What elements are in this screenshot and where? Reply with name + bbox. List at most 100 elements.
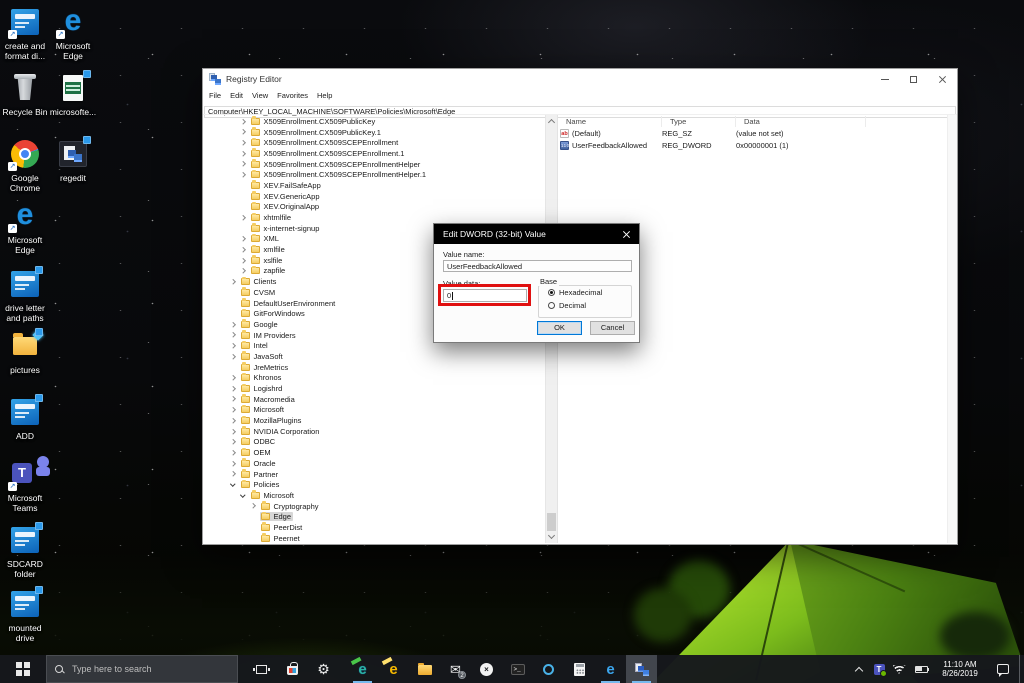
chevron-right-icon[interactable]	[240, 247, 246, 253]
chevron-right-icon[interactable]	[240, 150, 246, 156]
menu-item-edit[interactable]: Edit	[230, 91, 243, 100]
scroll-up-icon[interactable]	[547, 118, 556, 127]
column-header-name[interactable]: Name	[558, 116, 662, 127]
close-button[interactable]	[928, 69, 957, 89]
chevron-right-icon[interactable]	[230, 439, 236, 445]
tree-item-jremetrics[interactable]: JreMetrics	[203, 362, 545, 373]
tree-item-oracle[interactable]: Oracle	[203, 458, 545, 469]
tree-item-microsoft[interactable]: Microsoft	[203, 490, 545, 501]
column-header-data[interactable]: Data	[736, 116, 866, 127]
column-header-type[interactable]: Type	[662, 116, 736, 127]
tree-item-oem[interactable]: OEM	[203, 447, 545, 458]
teams-tray-icon[interactable]: T	[869, 655, 889, 683]
value-name-field[interactable]	[443, 260, 632, 272]
dialog-close-button[interactable]	[613, 224, 639, 244]
tree-item-odbc[interactable]: ODBC	[203, 436, 545, 448]
taskbar-app-edge[interactable]: e	[595, 655, 626, 683]
tree-item-peerdist[interactable]: PeerDist	[203, 522, 545, 533]
taskbar-app-cortana[interactable]	[533, 655, 564, 683]
tree-item-mozillaplugins[interactable]: MozillaPlugins	[203, 415, 545, 426]
settings-button[interactable]: ⚙	[308, 655, 339, 683]
scroll-down-icon[interactable]	[547, 531, 556, 540]
tree-item-khronos[interactable]: Khronos	[203, 372, 545, 384]
radio-button-icon[interactable]	[548, 289, 555, 296]
tree-item-cryptography[interactable]: Cryptography	[203, 501, 545, 512]
desktop-icon-chrome[interactable]: ↗ Google Chrome	[0, 138, 50, 193]
battery-tray-icon[interactable]	[909, 655, 933, 683]
chevron-right-icon[interactable]	[240, 118, 246, 124]
chevron-right-icon[interactable]	[230, 375, 236, 381]
desktop-icon-folder-pictures[interactable]: pictures	[0, 328, 50, 375]
chevron-right-icon[interactable]	[230, 418, 236, 424]
chevron-right-icon[interactable]	[240, 172, 246, 178]
tree-item-x509enrollment-cx509publickey[interactable]: X509Enrollment.CX509PublicKey	[203, 116, 545, 127]
taskbar-app-mail[interactable]: ✉ 2	[440, 655, 471, 683]
value-row-userfeedbackallowed[interactable]: 110 UserFeedbackAllowed REG_DWORD 0x0000000…	[558, 140, 957, 152]
chevron-right-icon[interactable]	[230, 332, 236, 338]
tree-item-x509enrollment-cx509publickey-1[interactable]: X509Enrollment.CX509PublicKey.1	[203, 127, 545, 138]
store-button[interactable]	[277, 655, 308, 683]
show-desktop-button[interactable]	[1019, 655, 1024, 683]
hidden-icons-button[interactable]	[849, 655, 869, 683]
menu-item-file[interactable]: File	[209, 91, 221, 100]
chevron-right-icon[interactable]	[230, 396, 236, 402]
taskbar-search[interactable]	[46, 655, 238, 683]
tree-item-xev-genericapp[interactable]: XEV.GenericApp	[203, 191, 545, 202]
desktop-icon-win-app[interactable]: ADD	[0, 394, 50, 441]
list-scrollbar[interactable]	[947, 115, 957, 543]
chevron-right-icon[interactable]	[230, 460, 236, 466]
dialog-titlebar[interactable]: Edit DWORD (32-bit) Value	[434, 224, 639, 244]
menu-item-view[interactable]: View	[252, 91, 268, 100]
chevron-right-icon[interactable]	[250, 503, 256, 509]
chevron-down-icon[interactable]	[230, 481, 236, 487]
tree-item-xev-originalapp[interactable]: XEV.OriginalApp	[203, 201, 545, 213]
chevron-right-icon[interactable]	[240, 268, 246, 274]
tree-item-xhtmlfile[interactable]: xhtmlfile	[203, 212, 545, 223]
chevron-right-icon[interactable]	[240, 161, 246, 167]
cancel-button[interactable]: Cancel	[590, 321, 635, 335]
chevron-right-icon[interactable]	[230, 471, 236, 477]
radio-button-icon[interactable]	[548, 302, 555, 309]
chevron-right-icon[interactable]	[240, 140, 246, 146]
action-center-button[interactable]	[987, 655, 1019, 683]
wifi-tray-icon[interactable]	[889, 655, 909, 683]
tree-item-nvidia-corporation[interactable]: NVIDIA Corporation	[203, 426, 545, 437]
tree-item-macromedia[interactable]: Macromedia	[203, 394, 545, 405]
radio-hexadecimal[interactable]: Hexadecimal	[548, 288, 602, 297]
desktop-icon-edge[interactable]: e ↗ Microsoft Edge	[48, 6, 98, 62]
window-titlebar[interactable]: Registry Editor	[203, 69, 957, 89]
task-view-button[interactable]	[246, 655, 277, 683]
ok-button[interactable]: OK	[537, 321, 582, 335]
desktop-icon-recycle-bin[interactable]: Recycle Bin	[0, 72, 50, 117]
minimize-button[interactable]	[870, 69, 899, 89]
chevron-right-icon[interactable]	[240, 236, 246, 242]
tree-item-edge[interactable]: Edge	[203, 511, 545, 522]
desktop-icon-teams[interactable]: T ↗ Microsoft Teams	[0, 456, 50, 513]
taskbar-app-edge-dev[interactable]: e	[347, 655, 378, 683]
tree-item-xev-failsafeapp[interactable]: XEV.FailSafeApp	[203, 180, 545, 191]
tree-item-javasoft[interactable]: JavaSoft	[203, 351, 545, 362]
chevron-right-icon[interactable]	[240, 129, 246, 135]
start-button[interactable]	[0, 655, 46, 683]
desktop-icon-win-app[interactable]: SDCARD folder	[0, 522, 50, 579]
taskbar-app-registry-editor[interactable]	[626, 655, 657, 683]
chevron-right-icon[interactable]	[230, 321, 236, 327]
tree-item-peernet[interactable]: Peernet	[203, 533, 545, 543]
tree-item-x509enrollment-cx509scepenrollmenthelper-1[interactable]: X509Enrollment.CX509SCEPEnrollmentHelper…	[203, 169, 545, 180]
chevron-right-icon[interactable]	[230, 353, 236, 359]
taskbar-clock[interactable]: 11:10 AM 8/26/2019	[933, 655, 987, 683]
menu-item-favorites[interactable]: Favorites	[277, 91, 308, 100]
radio-decimal[interactable]: Decimal	[548, 301, 586, 310]
tree-item-policies[interactable]: Policies	[203, 479, 545, 490]
desktop-icon-win-app[interactable]: drive letter and paths	[0, 266, 50, 323]
value-row--default-[interactable]: ab (Default) REG_SZ (value not set)	[558, 128, 957, 140]
search-input[interactable]	[72, 664, 222, 674]
taskbar-app-edge-canary[interactable]: e	[378, 655, 409, 683]
tree-item-logishrd[interactable]: Logishrd	[203, 383, 545, 394]
scrollbar-thumb[interactable]	[547, 513, 556, 531]
menu-item-help[interactable]: Help	[317, 91, 332, 100]
tree-item-microsoft[interactable]: Microsoft	[203, 404, 545, 416]
taskbar-app-calculator[interactable]	[564, 655, 595, 683]
chevron-right-icon[interactable]	[240, 257, 246, 263]
desktop-icon-win-app[interactable]: ↗ create and format di...	[0, 6, 50, 61]
